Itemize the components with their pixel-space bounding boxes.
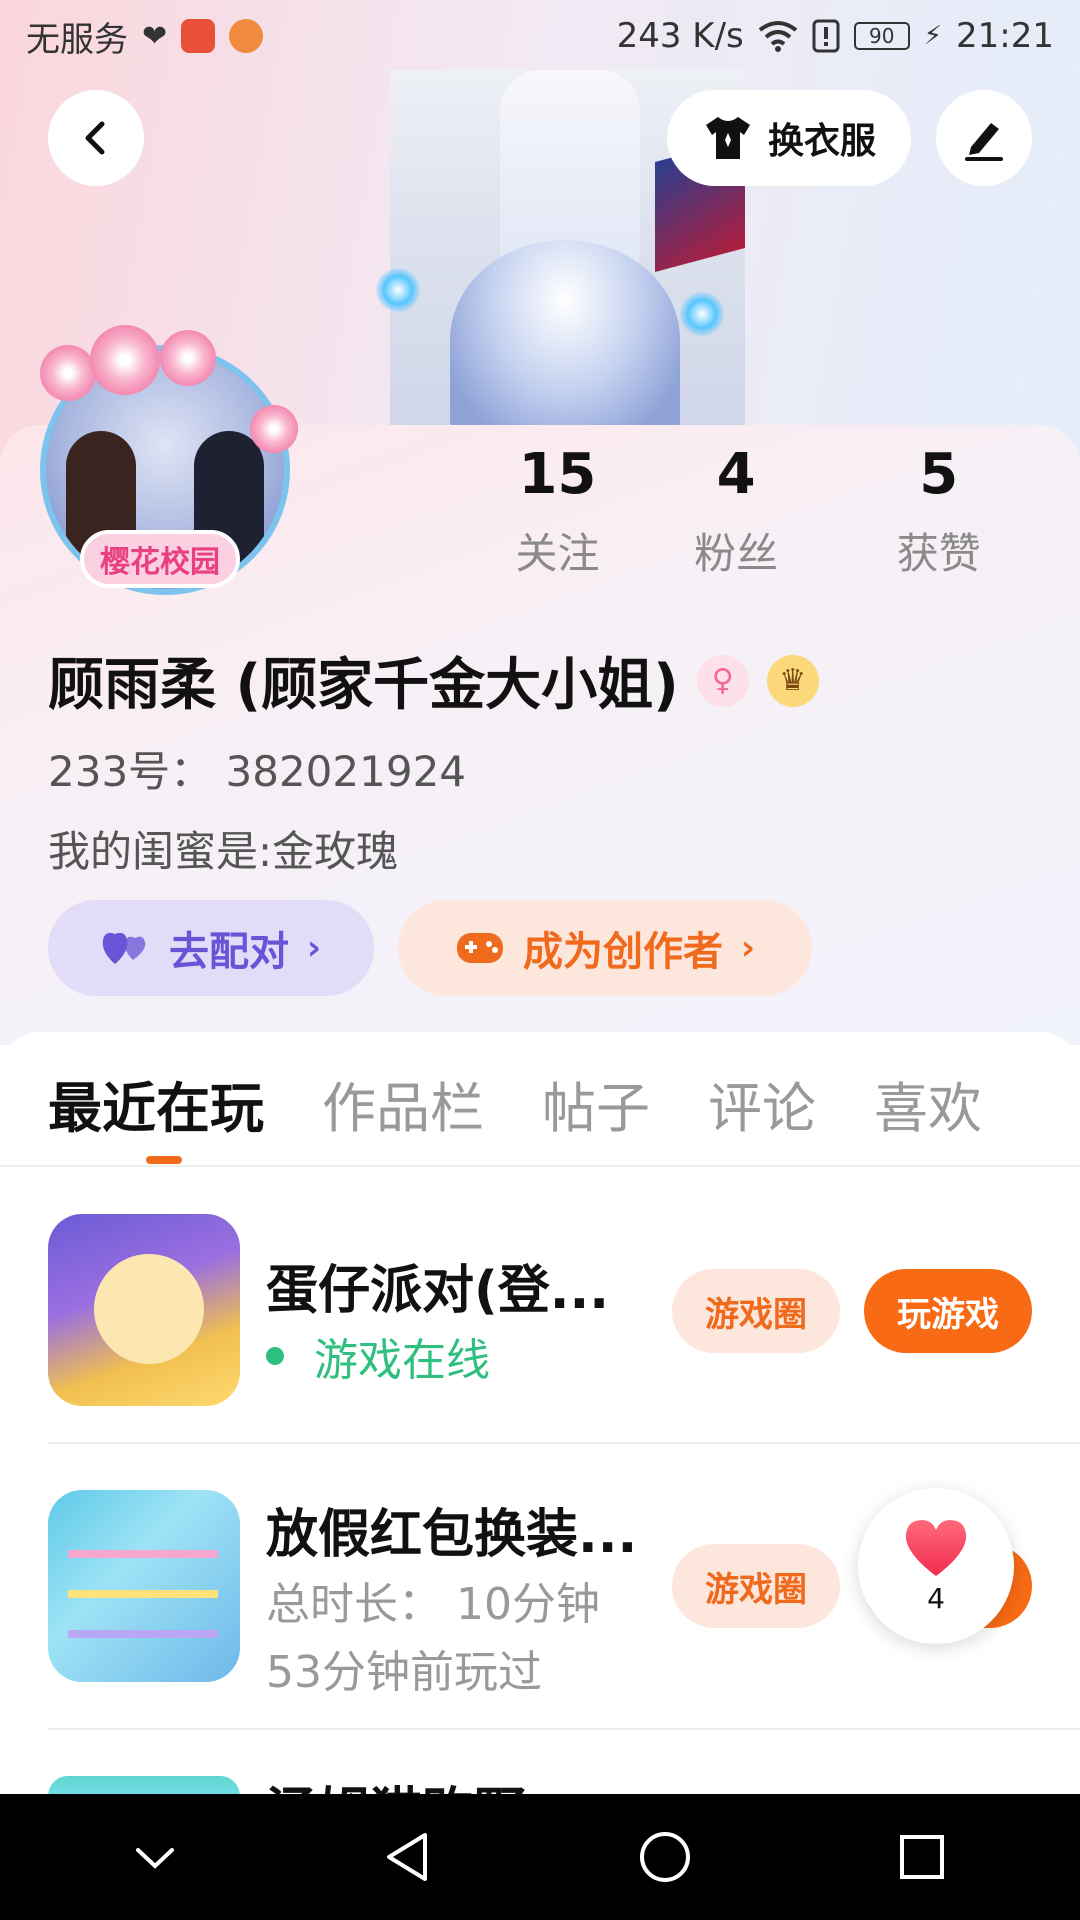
- tshirt-icon: [705, 117, 750, 159]
- edit-profile-button[interactable]: [936, 90, 1032, 186]
- wifi-icon: [758, 21, 797, 52]
- divider: [48, 1442, 1080, 1444]
- gamepad-icon: [456, 933, 503, 963]
- change-outfit-label: 换衣服: [767, 121, 876, 162]
- stat-label: 关注: [515, 529, 600, 578]
- game-icon[interactable]: [48, 1214, 240, 1406]
- home-circle-icon[interactable]: [637, 1829, 693, 1885]
- divider: [48, 1728, 1080, 1730]
- tab-comments[interactable]: 评论: [708, 1064, 816, 1143]
- heart-icon: [905, 1519, 967, 1576]
- charging-icon: ⚡: [923, 21, 943, 51]
- back-triangle-icon[interactable]: [381, 1829, 437, 1885]
- last-played: 53分钟前玩过: [266, 1647, 542, 1698]
- stat-number: 15: [518, 442, 597, 507]
- tab-works[interactable]: 作品栏: [322, 1064, 484, 1143]
- stat-likes[interactable]: 5 获赞: [837, 440, 1040, 581]
- online-dot-icon: [266, 1347, 284, 1365]
- app-notification-icon: [181, 19, 216, 53]
- match-label: 去配对: [168, 929, 289, 975]
- system-navigation-bar: [0, 1794, 1080, 1920]
- avatar-frame-badge: 樱花校园: [80, 530, 240, 588]
- game-circle-button[interactable]: 游戏圈: [672, 1269, 840, 1353]
- app-notification-icon: [229, 19, 264, 53]
- become-creator-label: 成为创作者: [522, 929, 723, 975]
- sakura-flower-icon: [250, 405, 298, 453]
- game-circle-button[interactable]: 游戏圈: [672, 1544, 840, 1628]
- stat-number: 4: [716, 442, 756, 507]
- become-creator-button[interactable]: 成为创作者 ›: [398, 900, 812, 996]
- like-count: 4: [927, 1581, 945, 1615]
- tab-likes[interactable]: 喜欢: [874, 1064, 982, 1143]
- change-outfit-button[interactable]: 换衣服: [667, 90, 911, 186]
- floating-like-button[interactable]: 4: [858, 1488, 1014, 1644]
- online-status-text: 游戏在线: [314, 1335, 490, 1386]
- glow-orb-icon: [680, 292, 724, 336]
- battery-indicator: 90: [853, 22, 910, 50]
- sim-alert-icon: [812, 19, 840, 53]
- network-speed: 243 K/s: [616, 16, 744, 56]
- stat-following[interactable]: 15 关注: [480, 440, 635, 581]
- play-game-button[interactable]: 玩游戏: [864, 1269, 1032, 1353]
- pen-icon: [965, 123, 1003, 161]
- list-item[interactable]: 蛋仔派对(登... 游戏在线 游戏圈 玩游戏: [48, 1214, 1080, 1414]
- sakura-flower-icon: [90, 325, 160, 395]
- stat-label: 粉丝: [694, 529, 779, 578]
- stat-number: 5: [919, 442, 959, 507]
- glow-orb-icon: [376, 268, 420, 312]
- recent-apps-icon[interactable]: [894, 1829, 950, 1885]
- online-status: 游戏在线: [266, 1324, 490, 1388]
- tab-posts[interactable]: 帖子: [542, 1064, 650, 1143]
- game-title: 蛋仔派对(登...: [266, 1261, 610, 1321]
- clock: 21:21: [956, 16, 1054, 56]
- chevron-right-icon: ›: [306, 928, 321, 968]
- match-button[interactable]: 去配对 ›: [48, 900, 374, 996]
- stat-label: 获赞: [896, 529, 981, 578]
- back-button[interactable]: [48, 90, 144, 186]
- stat-fans[interactable]: 4 粉丝: [635, 440, 838, 581]
- user-id: 233号： 382021924: [48, 747, 467, 796]
- crown-icon[interactable]: ♛: [766, 654, 819, 707]
- chevron-right-icon: ›: [740, 928, 755, 968]
- profile-tabs: 最近在玩 作品栏 帖子 评论 喜欢: [48, 1064, 982, 1143]
- chevron-left-icon: [85, 121, 105, 155]
- active-tab-indicator: [146, 1156, 182, 1164]
- user-bio: 我的闺蜜是:金玫瑰: [48, 827, 399, 876]
- name-row: 顾雨柔 (顾家千金大小姐) ♀ ♛: [48, 640, 819, 721]
- tab-recently-played[interactable]: 最近在玩: [48, 1064, 264, 1143]
- hearts-icon: [102, 932, 146, 964]
- profile-stats: 15 关注 4 粉丝 5 获赞: [480, 440, 1040, 581]
- signal-hearts-icon: ❤: [142, 18, 168, 54]
- status-bar: 无服务 ❤ 243 K/s 90 ⚡ 21:21: [0, 0, 1080, 72]
- carrier-text: 无服务: [26, 19, 128, 60]
- divider: [0, 1165, 1080, 1167]
- female-gender-icon: ♀: [696, 654, 749, 707]
- game-title: 放假红包换装...: [266, 1505, 638, 1565]
- play-duration: 总时长： 10分钟: [266, 1579, 600, 1630]
- sakura-flower-icon: [160, 330, 216, 386]
- chevron-down-icon[interactable]: [130, 1842, 180, 1872]
- user-name: 顾雨柔 (顾家千金大小姐): [48, 653, 679, 718]
- sakura-flower-icon: [40, 345, 96, 401]
- game-icon[interactable]: [48, 1490, 240, 1682]
